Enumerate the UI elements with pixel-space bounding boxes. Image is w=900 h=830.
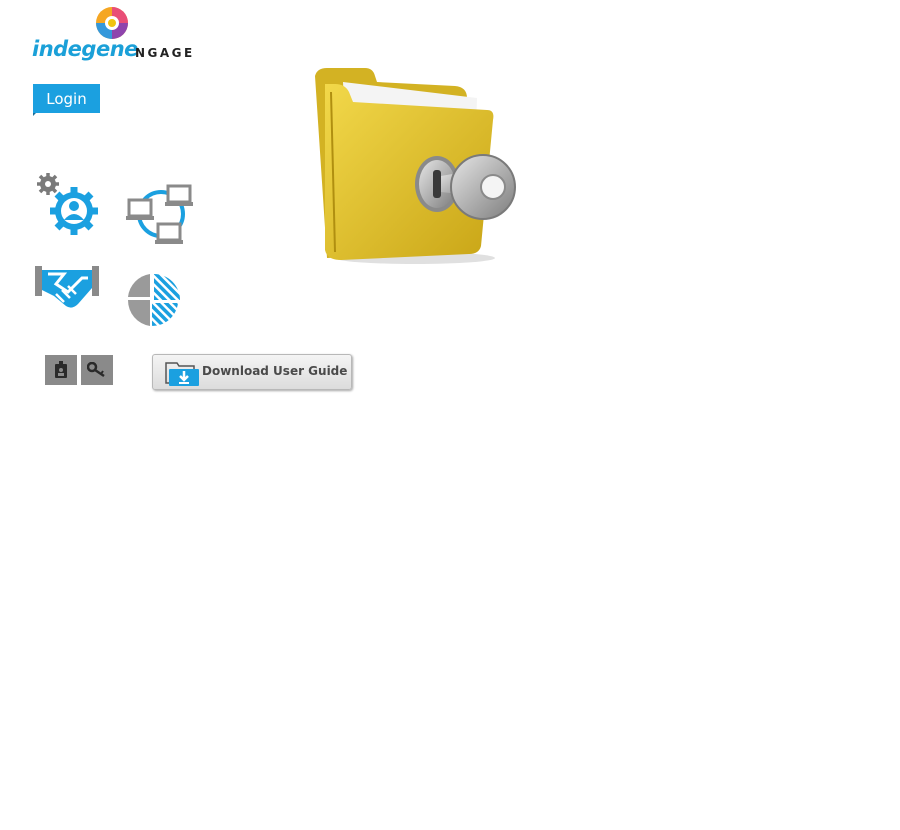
logo-brand-text: indegene	[32, 37, 138, 61]
network-icon[interactable]	[126, 180, 198, 252]
download-user-guide-button[interactable]: Download User Guide	[152, 354, 352, 390]
locked-folder-key-icon	[305, 62, 525, 272]
id-badge-icon	[55, 361, 67, 378]
id-badge-button[interactable]	[45, 355, 77, 385]
download-label: Download User Guide	[202, 364, 348, 378]
key-button[interactable]	[81, 355, 113, 385]
user-gear-icon[interactable]	[34, 170, 106, 242]
handshake-icon[interactable]	[34, 262, 106, 334]
folder-download-icon	[165, 362, 199, 386]
login-button[interactable]: Login	[33, 84, 100, 116]
key-icon	[87, 362, 105, 378]
login-label: Login	[46, 89, 87, 108]
indegene-logo: indegene NGAGE	[32, 4, 202, 66]
logo-product-text: NGAGE	[135, 46, 195, 60]
pie-chart-icon[interactable]	[124, 270, 196, 342]
